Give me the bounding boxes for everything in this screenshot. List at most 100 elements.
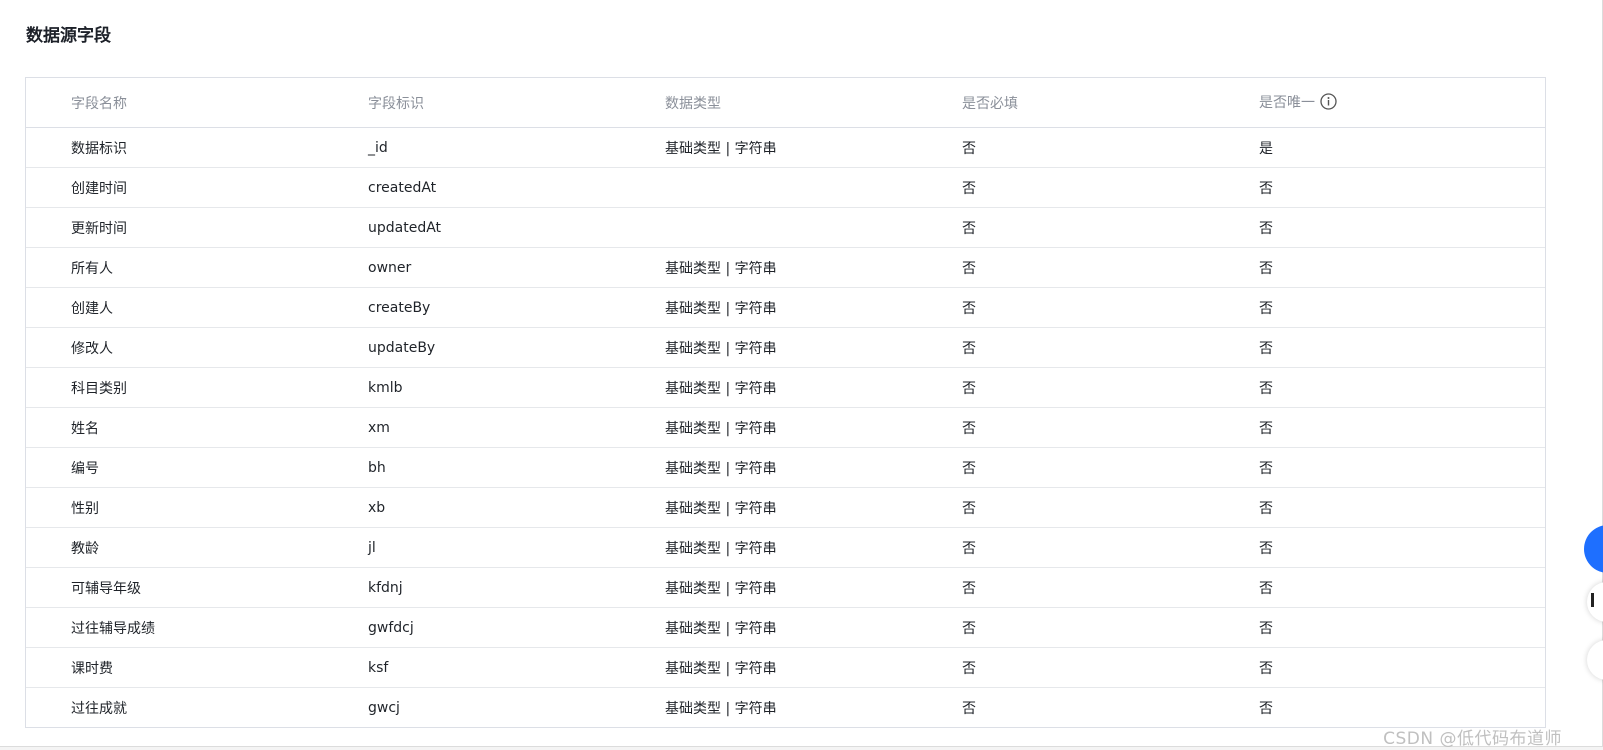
fields-table: 字段名称 字段标识 数据类型 是否必填 是否唯一 数据标识 _id 基础类型 | 字… — [26, 78, 1545, 727]
cell-unique: 否 — [1214, 567, 1545, 608]
cell-field-key: _id — [323, 127, 620, 168]
cell-field-key: gwfdcj — [323, 607, 620, 648]
cell-required: 否 — [917, 487, 1214, 528]
cell-unique: 否 — [1214, 487, 1545, 528]
cell-data-type: 基础类型 | 字符串 — [620, 407, 917, 448]
cell-field-key: xm — [323, 407, 620, 448]
cell-field-key: updateBy — [323, 327, 620, 368]
table-row: 创建人 createBy 基础类型 | 字符串否否 — [26, 287, 1545, 328]
table-row: 创建时间 createdAt 否否 — [26, 167, 1545, 208]
cell-field-key: updatedAt — [323, 207, 620, 248]
cell-field-key: kfdnj — [323, 567, 620, 608]
table-row: 可辅导年级 kfdnj 基础类型 | 字符串否否 — [26, 567, 1545, 608]
cell-field-key: kmlb — [323, 367, 620, 408]
cell-field-name: 过往成就 — [71, 700, 127, 717]
cell-required: 否 — [962, 700, 976, 717]
table-row: 姓名 xm 基础类型 | 字符串否否 — [26, 407, 1545, 448]
cell-required: 否 — [917, 247, 1214, 288]
cell-field-key: ksf — [323, 647, 620, 688]
cell-required: 否 — [917, 327, 1214, 368]
cell-data-type: 基础类型 | 字符串 — [620, 527, 917, 568]
cell-data-type: 基础类型 | 字符串 — [620, 327, 917, 368]
cell-field-key: createdAt — [323, 167, 620, 208]
cell-field-key: gwcj — [368, 699, 400, 716]
cell-unique: 是 — [1214, 127, 1545, 168]
cell-required: 否 — [917, 287, 1214, 328]
cell-unique: 否 — [1214, 207, 1545, 248]
table-header-row: 字段名称 字段标识 数据类型 是否必填 是否唯一 — [26, 78, 1545, 128]
header-required: 是否必填 — [917, 78, 1214, 128]
cell-field-name: 姓名 — [26, 407, 323, 448]
cell-unique: 否 — [1214, 367, 1545, 408]
table-row: 修改人 updateBy 基础类型 | 字符串否否 — [26, 327, 1545, 368]
section-title: 数据源字段 — [26, 26, 111, 46]
cell-required: 否 — [917, 367, 1214, 408]
cell-unique: 否 — [1214, 327, 1545, 368]
cell-field-name: 修改人 — [26, 327, 323, 368]
cell-field-name: 过往辅导成绩 — [26, 607, 323, 648]
watermark: CSDN @低代码布道师 — [1383, 729, 1562, 749]
cell-data-type: 基础类型 | 字符串 — [620, 487, 917, 528]
cell-field-key: xb — [323, 487, 620, 528]
cell-required: 否 — [917, 407, 1214, 448]
cell-field-name: 更新时间 — [26, 207, 323, 248]
table-row: 过往辅导成绩 gwfdcj 基础类型 | 字符串否否 — [26, 607, 1545, 648]
cell-required: 否 — [917, 527, 1214, 568]
cell-field-name: 可辅导年级 — [26, 567, 323, 608]
cell-data-type: 基础类型 | 字符串 — [620, 647, 917, 688]
cell-required: 否 — [917, 207, 1214, 248]
cell-unique: 否 — [1214, 447, 1545, 488]
cell-field-name: 性别 — [26, 487, 323, 528]
table-row: 教龄 jl 基础类型 | 字符串否否 — [26, 527, 1545, 568]
cell-unique: 否 — [1214, 287, 1545, 328]
cell-required: 否 — [917, 447, 1214, 488]
info-icon[interactable] — [1320, 92, 1337, 114]
cell-field-key: bh — [323, 447, 620, 488]
cell-field-key: owner — [323, 247, 620, 288]
table-row: 所有人 owner 基础类型 | 字符串否否 — [26, 247, 1545, 288]
cell-field-key: createBy — [323, 287, 620, 328]
cell-data-type: 基础类型 | 字符串 — [620, 567, 917, 608]
floating-tool-button-2[interactable] — [1587, 640, 1603, 680]
cell-unique: 否 — [1214, 407, 1545, 448]
cell-field-name: 课时费 — [26, 647, 323, 688]
cell-field-name: 编号 — [26, 447, 323, 488]
header-data-type: 数据类型 — [620, 78, 917, 128]
table-row: 性别 xb 基础类型 | 字符串否否 — [26, 487, 1545, 528]
cell-unique: 否 — [1214, 647, 1545, 688]
cell-field-name: 所有人 — [26, 247, 323, 288]
cell-data-type: 基础类型 | 字符串 — [620, 287, 917, 328]
cell-required: 否 — [917, 647, 1214, 688]
cell-data-type: 基础类型 | 字符串 — [665, 700, 777, 717]
cell-data-type: 基础类型 | 字符串 — [620, 367, 917, 408]
fields-table-container: 字段名称 字段标识 数据类型 是否必填 是否唯一 数据标识 _id 基础类型 | 字… — [25, 77, 1546, 728]
cell-field-name: 创建时间 — [26, 167, 323, 208]
header-unique: 是否唯一 — [1214, 78, 1545, 128]
floating-action-button[interactable] — [1584, 525, 1603, 573]
cell-data-type — [620, 167, 917, 208]
cell-required: 否 — [917, 567, 1214, 608]
cell-data-type: 基础类型 | 字符串 — [620, 127, 917, 168]
cell-required: 否 — [917, 127, 1214, 168]
header-field-key: 字段标识 — [323, 78, 620, 128]
cell-required: 否 — [917, 607, 1214, 648]
cell-required: 否 — [917, 167, 1214, 208]
table-row: 课时费 ksf 基础类型 | 字符串否否 — [26, 647, 1545, 688]
cell-unique: 否 — [1259, 700, 1273, 717]
table-body: 数据标识 _id 基础类型 | 字符串否是创建时间 createdAt 否否更新时间 up… — [26, 127, 1545, 728]
table-row: 科目类别 kmlb 基础类型 | 字符串否否 — [26, 367, 1545, 408]
cell-field-key: jl — [323, 527, 620, 568]
cell-field-name: 创建人 — [26, 287, 323, 328]
data-source-fields-panel: 数据源字段 字段名称 字段标识 数据类型 是否必填 是否唯一 数据标识 _id 基础… — [0, 0, 1603, 749]
cell-data-type: 基础类型 | 字符串 — [620, 607, 917, 648]
cell-field-name: 科目类别 — [26, 367, 323, 408]
cell-data-type: 基础类型 | 字符串 — [620, 447, 917, 488]
cell-data-type: 基础类型 | 字符串 — [620, 247, 917, 288]
table-row: 过往成就 gwcj 基础类型 | 字符串 否 否 — [26, 688, 1545, 728]
cell-data-type — [620, 207, 917, 248]
floating-tool-button[interactable] — [1587, 582, 1603, 622]
cell-unique: 否 — [1214, 607, 1545, 648]
table-row: 数据标识 _id 基础类型 | 字符串否是 — [26, 127, 1545, 168]
table-row: 编号 bh 基础类型 | 字符串否否 — [26, 447, 1545, 488]
cell-field-name: 教龄 — [26, 527, 323, 568]
